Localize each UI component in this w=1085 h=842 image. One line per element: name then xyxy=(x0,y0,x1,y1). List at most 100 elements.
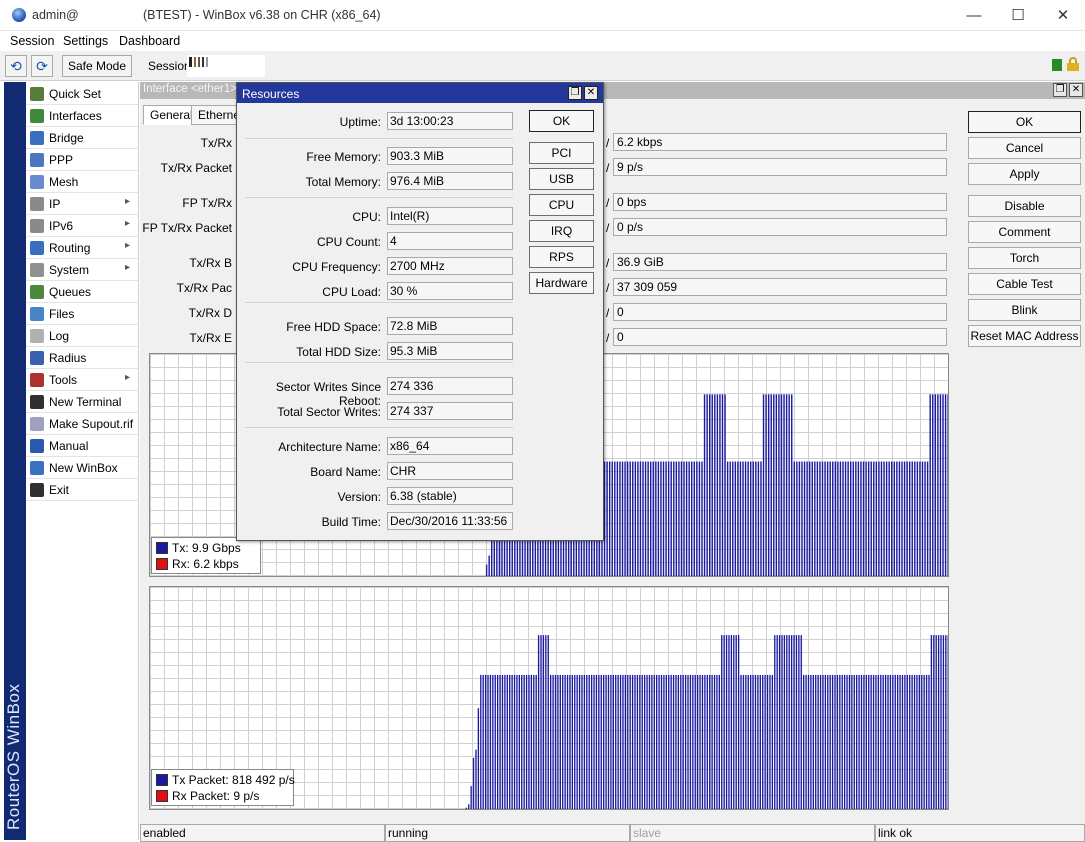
resources-restore-button[interactable]: ❐ xyxy=(568,86,582,100)
graph-bar xyxy=(622,674,624,809)
sidebar-item-log[interactable]: Log xyxy=(26,325,138,347)
sidebar-item-ppp[interactable]: PPP xyxy=(26,149,138,171)
value-separator: / xyxy=(606,281,610,295)
sidebar-item-ip[interactable]: IP ▸ xyxy=(26,193,138,215)
sidebar-item-tools[interactable]: Tools ▸ xyxy=(26,369,138,391)
resources-hardware-button[interactable]: Hardware xyxy=(529,272,594,294)
menu-settings[interactable]: Settings xyxy=(63,34,108,48)
graph-bar xyxy=(766,674,769,809)
graph-bar xyxy=(781,635,783,809)
graph-bar xyxy=(696,674,699,809)
resources-cpu-button[interactable]: CPU xyxy=(529,194,594,216)
quick-set-icon xyxy=(30,87,44,101)
interface-field-label: Tx/Rx Pac xyxy=(176,281,232,295)
graph-bar xyxy=(764,674,766,809)
graph-bar xyxy=(631,674,634,809)
comment-button[interactable]: Comment xyxy=(968,221,1081,243)
sidebar-item-quick-set[interactable]: Quick Set xyxy=(26,83,138,105)
graph-bar xyxy=(485,564,488,576)
undo-button[interactable]: ⟲ xyxy=(5,55,27,77)
graph-bar xyxy=(612,674,614,809)
graph-bar xyxy=(786,635,788,809)
graph-bar xyxy=(648,674,651,809)
menu-session[interactable]: Session xyxy=(10,34,54,48)
graph-bar xyxy=(911,674,913,809)
sidebar-item-radius[interactable]: Radius xyxy=(26,347,138,369)
sidebar-item-interfaces[interactable]: Interfaces xyxy=(26,105,138,127)
graph-bar xyxy=(855,461,857,576)
close-button[interactable]: ✕ xyxy=(1040,0,1085,31)
apply-button[interactable]: Apply xyxy=(968,163,1081,185)
graph-bar xyxy=(521,674,523,809)
graph-bar xyxy=(860,674,863,809)
disable-button[interactable]: Disable xyxy=(968,195,1081,217)
resources-field-label: Total Memory: xyxy=(305,175,381,189)
graph-bar xyxy=(673,461,675,576)
cable-test-button[interactable]: Cable Test xyxy=(968,273,1081,295)
sidebar-item-make-supout-rif[interactable]: Make Supout.rif xyxy=(26,413,138,435)
sidebar-item-manual[interactable]: Manual xyxy=(26,435,138,457)
sidebar-item-queues[interactable]: Queues xyxy=(26,281,138,303)
graph-bar xyxy=(465,807,467,809)
legend-rx-label: Rx: 6.2 kbps xyxy=(172,557,239,571)
menu-dashboard[interactable]: Dashboard xyxy=(119,34,180,48)
graph-bar xyxy=(499,674,501,809)
graph-bar xyxy=(725,635,728,809)
graph-bar xyxy=(703,394,706,576)
graph-bar xyxy=(610,674,612,809)
resources-usb-button[interactable]: USB xyxy=(529,168,594,190)
resources-rps-button[interactable]: RPS xyxy=(529,246,594,268)
graph-bar xyxy=(685,461,688,576)
resources-ok-button[interactable]: OK xyxy=(529,110,594,132)
graph-bar xyxy=(680,461,683,576)
graph-bar xyxy=(884,674,887,809)
graph-bar xyxy=(600,674,602,809)
resources-irq-button[interactable]: IRQ xyxy=(529,220,594,242)
maximize-button[interactable]: ☐ xyxy=(995,0,1041,31)
sidebar-item-exit[interactable]: Exit xyxy=(26,479,138,501)
resources-field-value: 95.3 MiB xyxy=(387,342,513,360)
graph-bar xyxy=(562,674,564,809)
reset-mac-address-button[interactable]: Reset MAC Address xyxy=(968,325,1081,347)
graph-bar xyxy=(639,674,641,809)
blink-button[interactable]: Blink xyxy=(968,299,1081,321)
resources-field-label: Uptime: xyxy=(339,115,381,129)
cancel-button[interactable]: Cancel xyxy=(968,137,1081,159)
resources-close-button[interactable]: ✕ xyxy=(584,86,598,100)
graph-bar xyxy=(880,461,883,576)
sidebar-item-system[interactable]: System ▸ xyxy=(26,259,138,281)
graph-bar xyxy=(762,394,765,576)
graph-bar xyxy=(798,461,801,576)
value-separator: / xyxy=(606,161,610,175)
session-field[interactable] xyxy=(187,55,265,77)
legend-tx: Tx: 9.9 Gbps xyxy=(152,540,260,556)
graph-bar xyxy=(926,461,929,576)
graph-bar xyxy=(875,674,877,809)
resources-pci-button[interactable]: PCI xyxy=(529,142,594,164)
redo-button[interactable]: ⟳ xyxy=(31,55,53,77)
graph-bar xyxy=(615,674,617,809)
sidebar-item-bridge[interactable]: Bridge xyxy=(26,127,138,149)
ok-button[interactable]: OK xyxy=(968,111,1081,133)
interface-restore-button[interactable]: ❐ xyxy=(1053,83,1067,97)
sidebar-item-mesh[interactable]: Mesh xyxy=(26,171,138,193)
graph-bar xyxy=(839,674,841,809)
sidebar-item-ipv6[interactable]: IPv6 ▸ xyxy=(26,215,138,237)
sidebar-item-new-winbox[interactable]: New WinBox xyxy=(26,457,138,479)
minimize-button[interactable]: — xyxy=(951,0,997,31)
sidebar-item-new-terminal[interactable]: New Terminal xyxy=(26,391,138,413)
graph-bar xyxy=(945,635,947,809)
sidebar-item-routing[interactable]: Routing ▸ xyxy=(26,237,138,259)
graph-bar xyxy=(760,461,762,576)
graph-bar xyxy=(812,674,814,809)
graph-bar xyxy=(803,674,805,809)
graph-bar xyxy=(929,394,931,576)
sidebar-item-files[interactable]: Files xyxy=(26,303,138,325)
graph-bar xyxy=(708,394,711,576)
legend-tx-label: Tx: 9.9 Gbps xyxy=(172,541,241,555)
graph-bar xyxy=(691,461,693,576)
interface-close-button[interactable]: ✕ xyxy=(1069,83,1083,97)
graph-bar xyxy=(757,674,759,809)
safe-mode-button[interactable]: Safe Mode xyxy=(62,55,132,77)
torch-button[interactable]: Torch xyxy=(968,247,1081,269)
